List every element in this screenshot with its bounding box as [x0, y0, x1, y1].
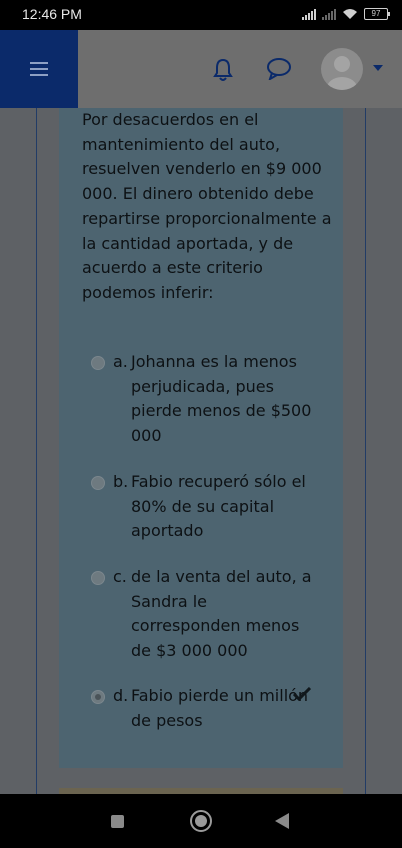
app-header — [0, 30, 402, 108]
question-text: Por desacuerdos en el mantenimiento del … — [82, 110, 332, 302]
battery-icon: 97 — [364, 8, 390, 20]
status-bar: 12:46 PM 97 — [0, 0, 402, 30]
option-text: Johanna es la menos perjudicada, pues pi… — [131, 352, 312, 445]
option-letter: a. — [113, 352, 128, 371]
status-time: 12:46 PM — [22, 6, 82, 22]
user-avatar-icon — [327, 56, 357, 90]
avatar[interactable] — [321, 48, 363, 90]
quiz-content: Por desacuerdos en el mantenimiento del … — [0, 108, 402, 794]
frame-border-right — [365, 108, 366, 794]
menu-button[interactable] — [0, 30, 78, 108]
check-icon — [293, 687, 311, 701]
option-letter: b. — [113, 472, 129, 491]
circle-icon[interactable] — [190, 810, 212, 832]
wifi-icon — [343, 9, 357, 19]
option-letter: c. — [113, 567, 127, 586]
hamburger-icon — [30, 62, 48, 76]
option-text: Fabio recuperó sólo el 80% de su capital… — [131, 472, 306, 540]
signal-icon-secondary — [322, 8, 336, 20]
system-nav-bar — [0, 794, 402, 848]
radio-option-b[interactable] — [91, 476, 105, 490]
option-letter: d. — [113, 686, 129, 705]
chat-bubble-icon[interactable] — [266, 58, 292, 80]
bell-icon[interactable] — [212, 58, 234, 82]
option-text: de la venta del auto, a Sandra le corres… — [131, 567, 312, 660]
triangle-back-icon[interactable] — [275, 813, 289, 829]
status-icons: 97 — [302, 8, 390, 20]
signal-icon — [302, 8, 316, 20]
radio-option-a[interactable] — [91, 356, 105, 370]
square-icon[interactable] — [111, 815, 124, 828]
caret-down-icon[interactable] — [373, 65, 383, 71]
radio-option-c[interactable] — [91, 571, 105, 585]
radio-option-d[interactable] — [91, 690, 105, 704]
frame-border-left — [36, 108, 37, 794]
